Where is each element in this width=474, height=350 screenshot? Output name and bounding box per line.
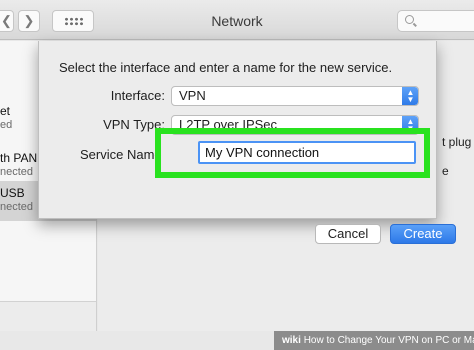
stepper-glyph: ▲▼: [406, 88, 415, 102]
status-text: e: [442, 164, 449, 178]
interface-label: Interface:: [110, 88, 165, 103]
popup-stepper-icon: ▲▼: [402, 87, 418, 105]
service-status: nected: [0, 166, 34, 178]
create-button[interactable]: Create: [390, 224, 456, 244]
service-name: th PAN: [0, 151, 38, 165]
service-name-field[interactable]: My VPN connection: [198, 141, 416, 164]
vpn-type-label: VPN Type:: [103, 117, 165, 132]
search-field[interactable]: [397, 10, 474, 32]
service-name-label: Service Name: [80, 147, 162, 162]
interface-popup[interactable]: VPN ▲▼: [171, 86, 419, 106]
cancel-button[interactable]: Cancel: [315, 224, 381, 244]
interface-value: VPN: [179, 88, 206, 103]
status-text: t plug: [442, 135, 472, 149]
service-status: nected: [0, 201, 34, 213]
search-icon: [405, 15, 414, 24]
service-status: ed: [0, 119, 13, 131]
service-name: USB: [0, 186, 25, 200]
service-list-controls: [0, 301, 96, 331]
wikihow-banner: wiki How to Change Your VPN on PC or Mac: [274, 331, 474, 350]
banner-brand: wiki: [282, 335, 301, 346]
service-name: et: [0, 104, 11, 118]
window-toolbar: ❮ ❯ Network: [0, 0, 474, 40]
sheet-instructions: Select the interface and enter a name fo…: [59, 60, 393, 75]
banner-title: How to Change Your VPN on PC or Mac: [303, 335, 474, 346]
